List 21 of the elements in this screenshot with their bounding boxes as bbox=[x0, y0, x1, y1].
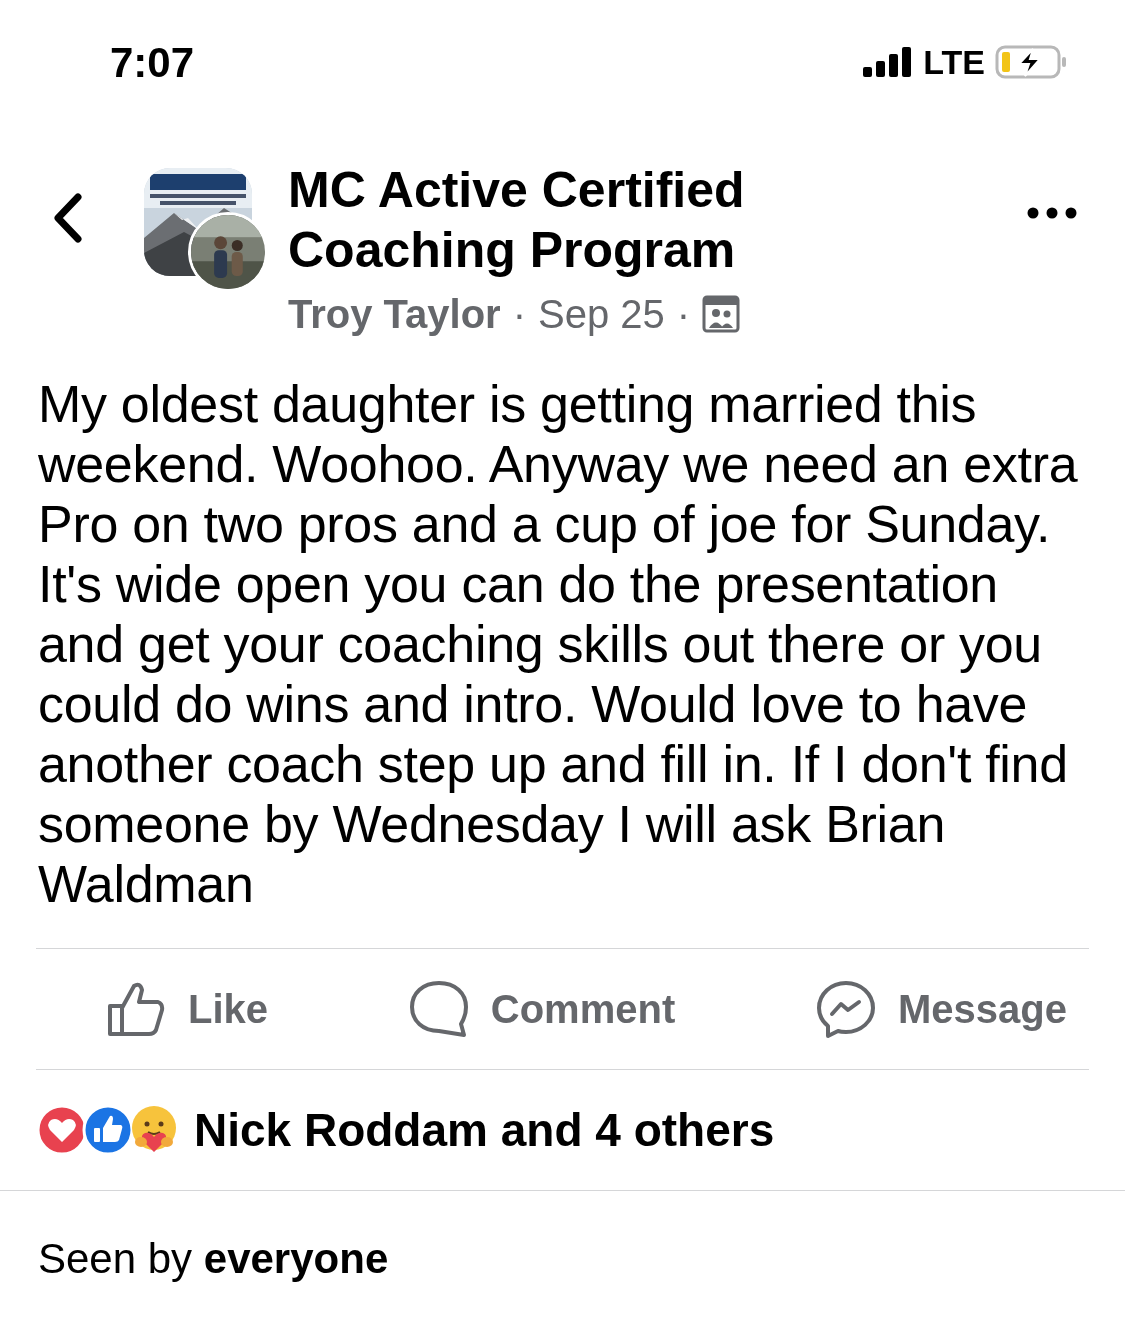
speech-bubble-icon bbox=[408, 980, 469, 1038]
clock-time: 7:07 bbox=[110, 37, 195, 88]
like-button[interactable]: Like bbox=[106, 979, 269, 1039]
thumbs-up-icon bbox=[106, 980, 166, 1038]
signal-icon bbox=[863, 47, 914, 77]
comment-button[interactable]: Comment bbox=[408, 979, 676, 1039]
group-name[interactable]: MC Active Certified Coaching Program bbox=[288, 160, 788, 280]
author-name[interactable]: Troy Taylor bbox=[288, 284, 501, 344]
group-icon bbox=[702, 295, 741, 333]
reactions-summary[interactable]: Nick Roddam and 4 others bbox=[194, 1095, 775, 1165]
post-date[interactable]: Sep 25 bbox=[538, 284, 665, 344]
seen-by-text: Seen by everyone bbox=[37, 1234, 390, 1284]
network-label: LTE bbox=[923, 41, 985, 83]
more-icon bbox=[1027, 207, 1077, 219]
messenger-icon bbox=[816, 980, 876, 1038]
thumbs-up-reaction-icon bbox=[82, 1104, 134, 1156]
separator-dot: · bbox=[512, 291, 526, 338]
separator-dot: · bbox=[676, 291, 691, 338]
message-button[interactable]: Message bbox=[816, 979, 1067, 1039]
battery-charging-icon bbox=[995, 45, 1067, 79]
post-text: My oldest daughter is getting married this weekend. Woohoo. Anyway we need an extra Pro on two pros and a cup of joe for Sunday. It's wide open you can do the presentation and get your coaching skills out there or you could do wins and intro. Would love to have another coach step up and fill in. If I don't find someone by Wednesday I will ask Brian Waldman bbox=[37, 374, 1079, 914]
